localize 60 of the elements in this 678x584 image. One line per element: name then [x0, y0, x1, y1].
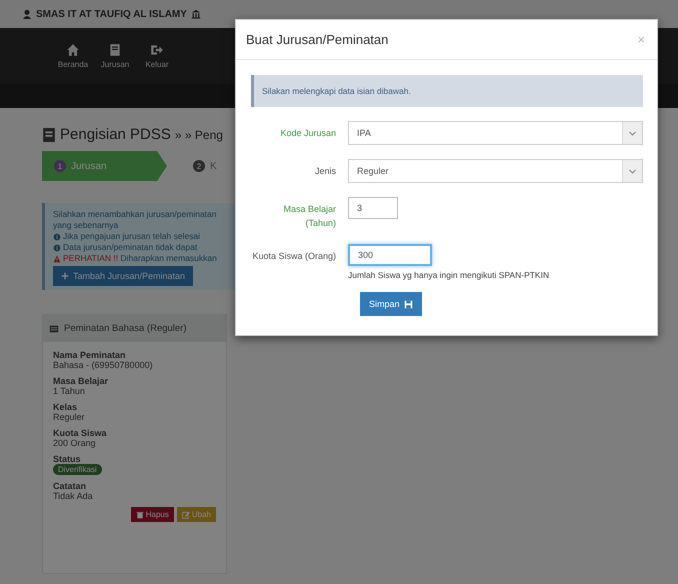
field-value: 200 Orang — [53, 438, 96, 448]
field-label: Masa Belajar (Tahun) — [282, 203, 336, 230]
field-label: Kode Jurusan — [279, 127, 336, 140]
field-value: Tidak Ada — [53, 491, 93, 501]
nav-item[interactable]: Keluar — [136, 28, 178, 84]
field-label: Status — [53, 454, 82, 464]
alert-text: Jika pengajuan jurusan telah selesai — [63, 231, 200, 242]
nav-item[interactable]: Jurusan — [94, 28, 136, 84]
select-field[interactable]: Reguler — [348, 159, 643, 183]
home-icon — [66, 43, 80, 57]
school-name: SMAS IT AT TAUFIQ AL ISLAMY — [36, 8, 187, 20]
info-message: Silakan melengkapi data isian dibawah. — [251, 75, 643, 107]
input-field[interactable]: 300 — [348, 244, 432, 266]
add-button[interactable]: Tambah Jurusan/Peminatan — [53, 266, 194, 286]
nav-item[interactable]: Beranda — [52, 28, 94, 84]
field-label: Jenis — [314, 165, 336, 178]
alert-text: Silahkan menambahkan jurusan/peminatan — [53, 209, 216, 220]
warning-icon — [53, 254, 61, 262]
select-field[interactable]: IPA — [348, 121, 643, 145]
field-label: Kuota Siswa (Orang) — [251, 250, 336, 263]
edit-icon — [182, 510, 190, 518]
dialog-title: Buat Jurusan/Peminatan — [246, 32, 388, 47]
field-value: Bahasa - (69950780000) — [53, 360, 153, 370]
info-icon — [53, 244, 61, 252]
delete-button[interactable]: Hapus — [130, 507, 174, 522]
help-text: Jumlah Siswa yg hanya ingin mengikuti SPAN-PTKIN — [348, 270, 550, 280]
status-badge: Diverifikasi — [53, 464, 102, 475]
field-label: Kuota Siswa — [53, 428, 108, 438]
wizard-step[interactable]: 2 K — [181, 151, 229, 181]
input-field[interactable]: 3 — [348, 197, 398, 219]
step-number: 1 — [54, 160, 66, 172]
user-icon — [22, 9, 32, 19]
field-label: Nama Peminatan — [53, 350, 127, 360]
field-label: Catatan — [53, 481, 88, 491]
field-value: Reguler — [53, 412, 85, 422]
edit-button[interactable]: Ubah — [176, 507, 216, 522]
save-icon — [404, 300, 413, 308]
wizard-step[interactable]: 1 Jurusan — [42, 151, 167, 181]
alert-text: yang sebenarnya — [53, 220, 118, 231]
caret-icon — [628, 128, 637, 138]
caret-icon — [628, 166, 637, 176]
alert-text: PERHATIAN !! Diharapkan memasukkan — [63, 253, 217, 264]
plus-icon — [61, 272, 69, 280]
trash-icon — [136, 510, 144, 518]
list-icon — [49, 324, 59, 334]
save-button[interactable]: Simpan — [360, 292, 422, 316]
breadcrumb: » » Peng — [174, 128, 223, 142]
building-icon — [190, 9, 201, 19]
card-title: Peminatan Bahasa (Reguler) — [64, 323, 187, 334]
sign-out-icon — [150, 43, 164, 57]
document-icon — [42, 128, 56, 142]
field-label: Masa Belajar — [53, 376, 110, 386]
field-value: 1 Tahun — [53, 386, 85, 396]
alert-text: Data jurusan/peminatan tidak dapat — [63, 242, 198, 253]
close-button[interactable]: × — [637, 32, 645, 47]
info-icon — [53, 232, 61, 240]
page-title: Pengisian PDSS — [60, 126, 171, 143]
field-label: Kelas — [53, 402, 78, 412]
book-icon — [108, 43, 122, 57]
step-number: 2 — [193, 160, 205, 172]
